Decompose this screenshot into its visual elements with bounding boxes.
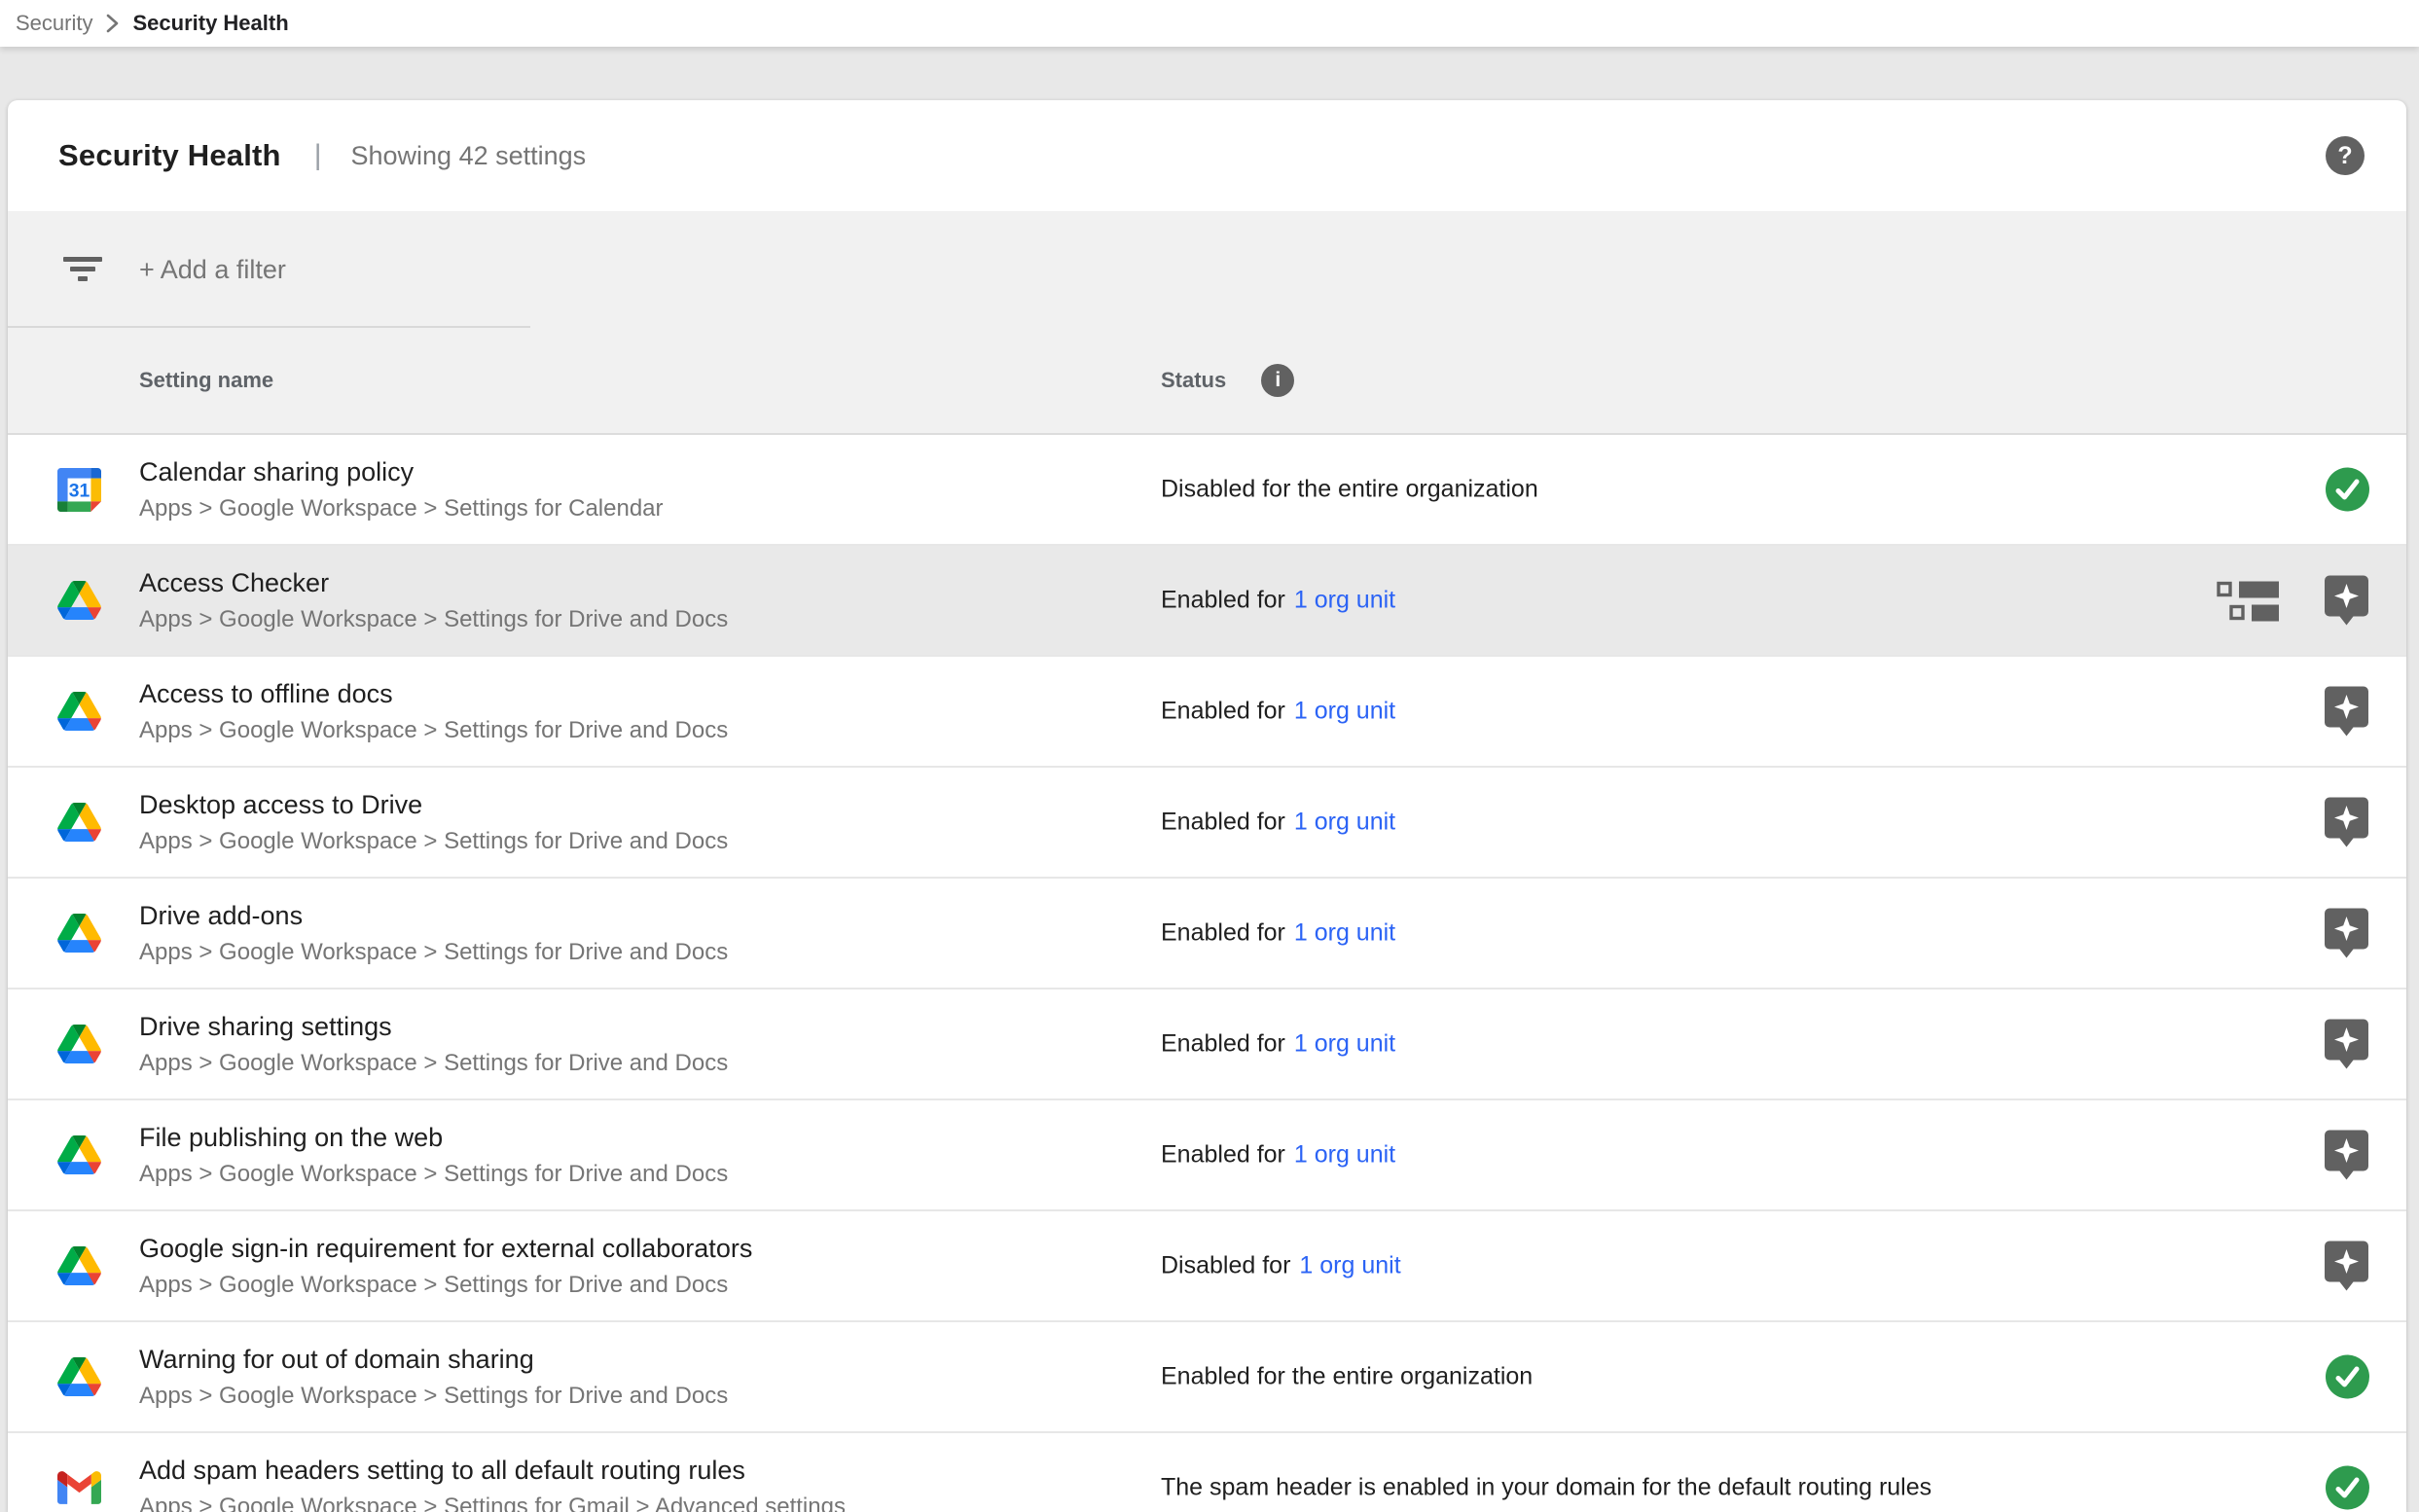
org-unit-link[interactable]: 1 org unit <box>1294 587 1395 615</box>
setting-path: Apps > Google Workspace > Settings for D… <box>139 1161 728 1188</box>
setting-status: Enabled for 1 org unit <box>1161 698 1395 726</box>
filter-and-head-band: + Add a filter Setting name Status i <box>8 211 2406 435</box>
breadcrumb: Security Security Health <box>0 0 2419 47</box>
setting-title: Access Checker <box>139 567 728 598</box>
setting-title: File publishing on the web <box>139 1122 728 1153</box>
setting-title: Drive sharing settings <box>139 1011 728 1042</box>
setting-row[interactable]: 31 Drive sharing settings App <box>8 990 2406 1100</box>
breadcrumb-parent-link[interactable]: Security <box>16 11 92 36</box>
setting-path: Apps > Google Workspace > Settings for D… <box>139 1050 728 1077</box>
setting-row[interactable]: 31 Drive add-ons Apps > Googl <box>8 879 2406 990</box>
setting-title: Add spam headers setting to all default … <box>139 1455 846 1486</box>
check-circle-icon <box>2326 1355 2369 1399</box>
settings-rows: 31 Calendar sharing policy Ap <box>8 435 2406 1512</box>
recommendation-flag-icon[interactable] <box>2324 797 2369 848</box>
google-drive-icon <box>57 914 101 953</box>
setting-title: Drive add-ons <box>139 900 728 931</box>
status-text: Enabled for <box>1161 1141 1285 1170</box>
setting-status: Enabled for 1 org unit <box>1161 809 1395 837</box>
title-separator: | <box>314 139 322 172</box>
status-text: Enabled for <box>1161 698 1285 726</box>
status-text: The spam header is enabled in your domai… <box>1161 1474 1932 1502</box>
filter-icon <box>63 257 102 283</box>
help-icon[interactable]: ? <box>2326 136 2365 175</box>
org-units-icon <box>2217 579 2281 622</box>
setting-row[interactable]: 31 Access to offline docs App <box>8 657 2406 768</box>
google-drive-icon <box>57 581 101 620</box>
setting-row[interactable]: 31 Access Checker Apps > Goog <box>8 546 2406 657</box>
settings-count: Showing 42 settings <box>351 141 587 171</box>
google-drive-icon <box>57 1246 101 1285</box>
setting-status: Enabled for 1 org unit <box>1161 1141 1395 1170</box>
status-text: Disabled for the entire organization <box>1161 476 1538 504</box>
check-circle-icon <box>2326 1466 2369 1510</box>
status-column-label: Status <box>1161 368 1226 393</box>
setting-row[interactable]: 31 Desktop access to Drive Ap <box>8 768 2406 879</box>
google-drive-icon <box>57 1135 101 1174</box>
setting-row[interactable]: 31 Warning for out of domain sharin <box>8 1322 2406 1433</box>
recommendation-flag-icon[interactable] <box>2324 1130 2369 1181</box>
filter-bar: + Add a filter <box>8 211 2406 328</box>
setting-row[interactable]: 31 Calendar sharing policy Ap <box>8 435 2406 546</box>
status-text: Enabled for <box>1161 587 1285 615</box>
recommendation-flag-icon[interactable] <box>2324 1241 2369 1292</box>
setting-status: Disabled for 1 org unit <box>1161 1252 1401 1280</box>
org-unit-link[interactable]: 1 org unit <box>1294 1141 1395 1170</box>
breadcrumb-current: Security Health <box>132 11 288 36</box>
org-unit-link[interactable]: 1 org unit <box>1294 919 1395 948</box>
status-text: Enabled for <box>1161 919 1285 948</box>
org-unit-link[interactable]: 1 org unit <box>1299 1252 1400 1280</box>
google-drive-icon <box>57 1025 101 1063</box>
setting-row[interactable]: 31 Google sign-in requirement for e <box>8 1211 2406 1322</box>
setting-path: Apps > Google Workspace > Settings for C… <box>139 495 664 522</box>
chevron-right-icon <box>105 12 120 35</box>
status-text: Disabled for <box>1161 1252 1290 1280</box>
setting-row[interactable]: 31 File publishing on the web <box>8 1100 2406 1211</box>
setting-name-column-header: Setting name <box>139 368 273 393</box>
gmail-icon <box>57 1471 101 1504</box>
recommendation-flag-icon[interactable] <box>2324 575 2369 627</box>
setting-title: Google sign-in requirement for external … <box>139 1233 752 1264</box>
status-text: Enabled for <box>1161 809 1285 837</box>
setting-path: Apps > Google Workspace > Settings for D… <box>139 939 728 966</box>
table-header: Setting name Status i <box>8 328 2406 435</box>
google-drive-icon <box>57 803 101 842</box>
check-circle-icon <box>2326 468 2369 512</box>
setting-title: Warning for out of domain sharing <box>139 1344 728 1375</box>
setting-path: Apps > Google Workspace > Settings for D… <box>139 606 728 633</box>
add-filter-button[interactable]: + Add a filter <box>139 255 286 285</box>
setting-status: Disabled for the entire organization <box>1161 476 1538 504</box>
recommendation-flag-icon[interactable] <box>2324 908 2369 959</box>
card-header: Security Health | Showing 42 settings ? <box>8 100 2406 211</box>
recommendation-flag-icon[interactable] <box>2324 686 2369 738</box>
status-column-header: Status i <box>1161 364 1294 397</box>
setting-title: Access to offline docs <box>139 678 728 709</box>
page-title: Security Health <box>58 138 281 173</box>
setting-status: Enabled for the entire organization <box>1161 1363 1533 1391</box>
google-drive-icon <box>57 692 101 731</box>
info-icon[interactable]: i <box>1261 364 1294 397</box>
google-calendar-icon: 31 <box>57 468 101 512</box>
setting-title: Desktop access to Drive <box>139 789 728 820</box>
setting-status: Enabled for 1 org unit <box>1161 919 1395 948</box>
setting-status: The spam header is enabled in your domai… <box>1161 1474 1932 1502</box>
org-unit-link[interactable]: 1 org unit <box>1294 1030 1395 1059</box>
setting-path: Apps > Google Workspace > Settings for D… <box>139 1383 728 1410</box>
svg-text:31: 31 <box>68 480 90 501</box>
setting-path: Apps > Google Workspace > Settings for D… <box>139 1272 752 1299</box>
status-text: Enabled for <box>1161 1030 1285 1059</box>
setting-path: Apps > Google Workspace > Settings for G… <box>139 1494 846 1512</box>
setting-row[interactable]: 31 Add spam headers setting to all <box>8 1433 2406 1512</box>
setting-path: Apps > Google Workspace > Settings for D… <box>139 828 728 855</box>
security-health-card: Security Health | Showing 42 settings ? … <box>8 100 2406 1512</box>
setting-status: Enabled for 1 org unit <box>1161 587 1395 615</box>
org-unit-link[interactable]: 1 org unit <box>1294 698 1395 726</box>
org-unit-link[interactable]: 1 org unit <box>1294 809 1395 837</box>
setting-path: Apps > Google Workspace > Settings for D… <box>139 717 728 744</box>
recommendation-flag-icon[interactable] <box>2324 1019 2369 1070</box>
status-text: Enabled for the entire organization <box>1161 1363 1533 1391</box>
setting-status: Enabled for 1 org unit <box>1161 1030 1395 1059</box>
google-drive-icon <box>57 1357 101 1396</box>
setting-title: Calendar sharing policy <box>139 456 664 487</box>
